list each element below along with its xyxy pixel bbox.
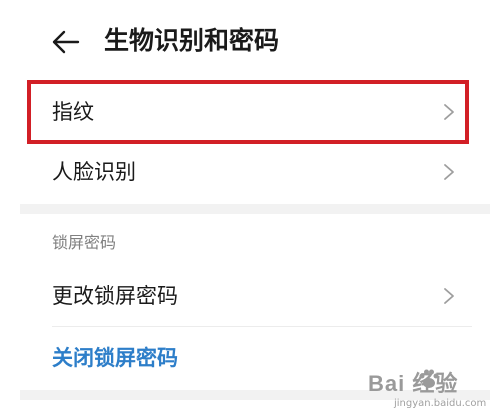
- page-title: 生物识别和密码: [104, 26, 280, 55]
- lock-screen-section-header: 锁屏密码: [52, 233, 117, 252]
- disable-lock-password-label: 关闭锁屏密码: [52, 346, 178, 370]
- section-divider: [20, 390, 490, 400]
- fingerprint-item[interactable]: 指纹: [0, 80, 498, 144]
- back-button[interactable]: [50, 28, 80, 56]
- change-lock-password-item[interactable]: 更改锁屏密码: [0, 264, 498, 328]
- section-divider: [20, 204, 490, 214]
- disable-lock-password-item[interactable]: 关闭锁屏密码: [0, 326, 498, 390]
- fingerprint-label: 指纹: [52, 100, 94, 124]
- arrow-left-icon: [52, 30, 80, 54]
- header-bar: 生物识别和密码: [0, 0, 498, 84]
- face-recognition-label: 人脸识别: [52, 160, 136, 184]
- chevron-right-icon: [444, 104, 454, 120]
- chevron-right-icon: [444, 164, 454, 180]
- face-recognition-item[interactable]: 人脸识别: [0, 140, 498, 204]
- chevron-right-icon: [444, 288, 454, 304]
- change-lock-password-label: 更改锁屏密码: [52, 284, 178, 308]
